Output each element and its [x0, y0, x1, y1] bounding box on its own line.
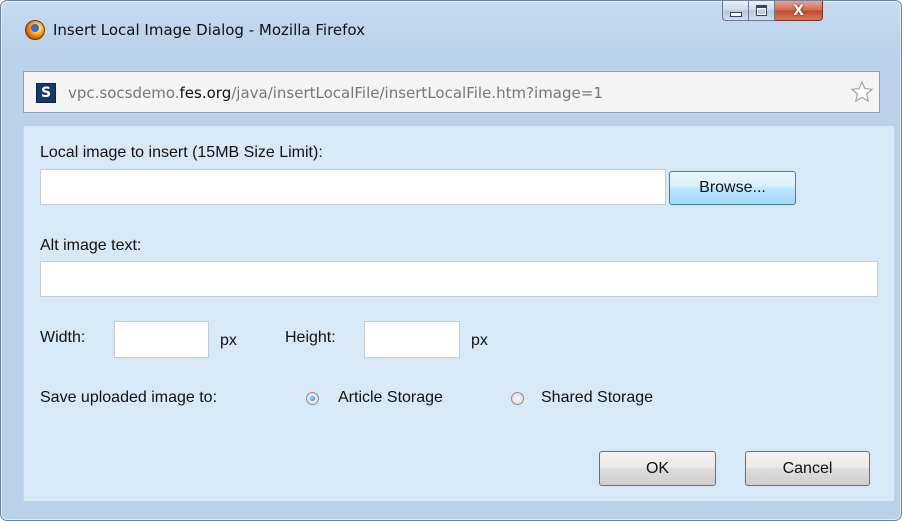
article-storage-radio[interactable]	[306, 392, 319, 405]
firefox-logo-icon	[25, 20, 45, 40]
url-path: /java/insertLocalFile/insertLocalFile.ht…	[231, 84, 603, 102]
height-label: Height:	[285, 329, 336, 346]
dialog-window: Insert Local Image Dialog - Mozilla Fire…	[0, 0, 902, 521]
browse-button[interactable]: Browse...	[669, 171, 796, 205]
shared-storage-label[interactable]: Shared Storage	[541, 389, 653, 407]
cancel-button[interactable]: Cancel	[745, 451, 870, 486]
address-bar[interactable]: S vpc.socsdemo.fes.org/java/insertLocalF…	[23, 71, 880, 113]
height-unit: px	[471, 332, 488, 349]
window-title: Insert Local Image Dialog - Mozilla Fire…	[53, 21, 366, 39]
title-bar[interactable]: Insert Local Image Dialog - Mozilla Fire…	[1, 1, 901, 59]
ok-button[interactable]: OK	[599, 451, 716, 486]
save-to-label: Save uploaded image to:	[40, 389, 218, 406]
window-controls: X	[722, 1, 823, 22]
minimize-button[interactable]	[722, 1, 749, 21]
height-input[interactable]	[364, 321, 460, 358]
width-unit: px	[220, 332, 237, 349]
shared-storage-radio[interactable]	[511, 392, 524, 405]
maximize-icon	[756, 5, 767, 16]
maximize-button[interactable]	[749, 1, 775, 21]
star-icon[interactable]	[850, 80, 874, 104]
dialog-content: Local image to insert (15MB Size Limit):…	[23, 126, 894, 501]
alt-text-label: Alt image text:	[40, 237, 142, 254]
width-label: Width:	[40, 329, 86, 346]
alt-text-input[interactable]	[40, 261, 878, 297]
url-domain: fes.org	[179, 84, 232, 102]
article-storage-label[interactable]: Article Storage	[338, 389, 443, 407]
close-button[interactable]: X	[775, 1, 823, 21]
width-input[interactable]	[114, 321, 209, 358]
url-prefix: vpc.socsdemo.	[68, 84, 180, 102]
close-icon: X	[793, 2, 804, 19]
url-text: vpc.socsdemo.fes.org/java/insertLocalFil…	[68, 84, 603, 102]
site-favicon-icon: S	[36, 83, 56, 103]
file-path-input[interactable]	[40, 169, 666, 205]
minimize-icon	[729, 11, 742, 17]
file-label: Local image to insert (15MB Size Limit):	[40, 144, 323, 161]
